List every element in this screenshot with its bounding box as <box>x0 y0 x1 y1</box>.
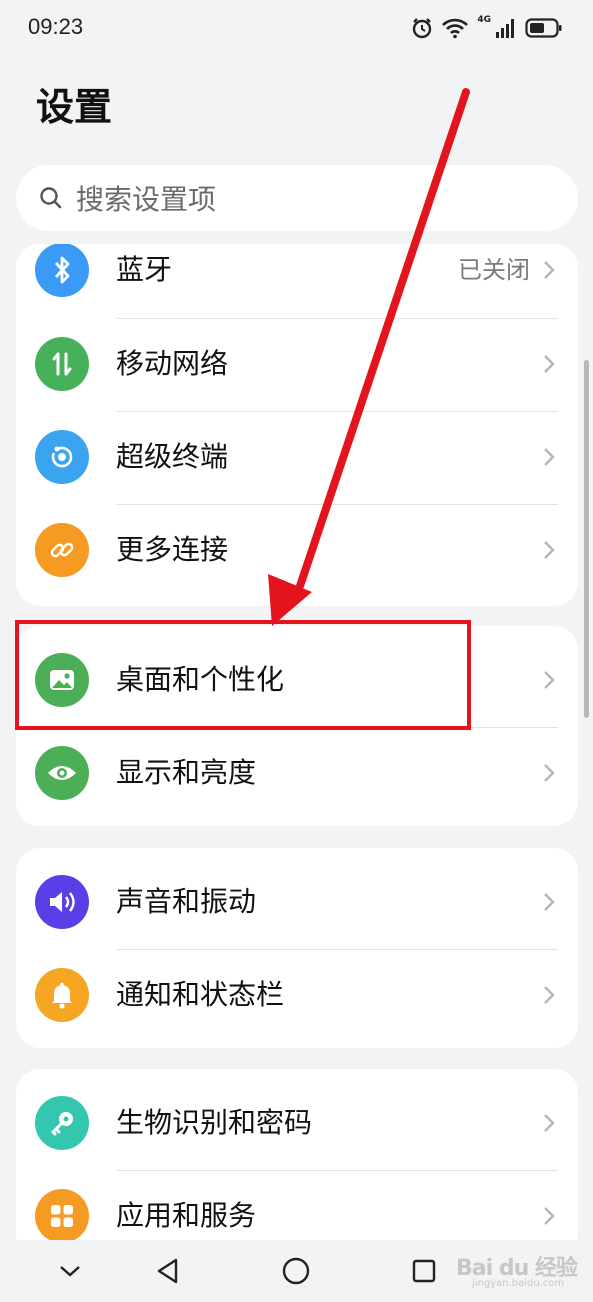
wifi-icon <box>442 18 469 39</box>
chevron-right-icon <box>544 764 555 782</box>
super-device-icon <box>35 430 89 484</box>
alarm-icon <box>413 18 432 39</box>
settings-group-connectivity: 蓝牙 已关闭 移动网络 超级终端 更多连接 <box>16 244 578 606</box>
settings-item-label: 生物识别和密码 <box>116 1106 313 1139</box>
chevron-right-icon <box>544 261 555 279</box>
home-circle-icon <box>282 1257 310 1285</box>
annotation-highlight-box <box>15 620 471 730</box>
bluetooth-icon <box>35 244 89 297</box>
chevron-right-icon <box>544 671 555 689</box>
chevron-right-icon <box>544 1207 555 1225</box>
settings-item-value: 已关闭 <box>458 256 530 284</box>
mobile-data-icon <box>35 337 89 391</box>
settings-item-label: 通知和状态栏 <box>116 978 285 1011</box>
eye-icon <box>35 746 89 800</box>
status-bar: 09:23 4G <box>0 0 593 58</box>
search-icon <box>40 187 62 209</box>
settings-item-notifications-statusbar[interactable]: 通知和状态栏 <box>16 949 578 1041</box>
settings-item-display-brightness[interactable]: 显示和亮度 <box>16 727 578 819</box>
battery-icon <box>525 18 562 38</box>
network-type-label: 4G <box>477 15 491 25</box>
settings-item-label: 声音和振动 <box>116 885 257 918</box>
chevron-right-icon <box>544 1114 555 1132</box>
nav-home-button[interactable] <box>279 1254 313 1288</box>
watermark: Bai du 经验 jingyan.baidu.com <box>452 1250 582 1294</box>
recents-square-icon <box>412 1259 436 1283</box>
settings-item-more-connections[interactable]: 更多连接 <box>16 504 578 596</box>
chevron-right-icon <box>544 893 555 911</box>
settings-item-super-device[interactable]: 超级终端 <box>16 411 578 503</box>
settings-item-label: 显示和亮度 <box>116 756 257 789</box>
settings-item-bluetooth[interactable]: 蓝牙 已关闭 <box>16 244 578 316</box>
settings-group-sound-notifications: 声音和振动 通知和状态栏 <box>16 848 578 1048</box>
settings-item-label: 超级终端 <box>116 440 229 473</box>
nav-back-button[interactable] <box>151 1254 185 1288</box>
settings-item-biometrics-password[interactable]: 生物识别和密码 <box>16 1077 578 1169</box>
settings-group-security-apps: 生物识别和密码 应用和服务 <box>16 1069 578 1259</box>
settings-item-label: 更多连接 <box>116 533 229 566</box>
scrollbar[interactable] <box>584 360 589 718</box>
status-icons: 4G <box>411 14 563 42</box>
apps-icon <box>35 1189 89 1243</box>
settings-item-label: 移动网络 <box>116 347 229 380</box>
status-time: 09:23 <box>28 14 84 39</box>
settings-item-sound-vibration[interactable]: 声音和振动 <box>16 856 578 948</box>
back-triangle-icon <box>157 1258 178 1284</box>
nav-recents-button[interactable] <box>407 1254 441 1288</box>
chevron-right-icon <box>544 986 555 1004</box>
chevron-right-icon <box>544 448 555 466</box>
speaker-icon <box>35 875 89 929</box>
bell-icon <box>35 968 89 1022</box>
search-placeholder: 搜索设置项 <box>76 183 217 216</box>
chevron-down-icon <box>60 1266 80 1277</box>
page-title: 设置 <box>36 85 113 129</box>
key-icon <box>35 1096 89 1150</box>
chevron-right-icon <box>544 355 555 373</box>
search-bar[interactable]: 搜索设置项 <box>16 165 578 231</box>
settings-item-label: 蓝牙 <box>116 253 173 286</box>
watermark-url: jingyan.baidu.com <box>472 1278 565 1289</box>
settings-item-mobile-network[interactable]: 移动网络 <box>16 318 578 410</box>
signal-icon <box>496 19 514 38</box>
chevron-right-icon <box>544 541 555 559</box>
nav-collapse-button[interactable] <box>53 1254 87 1288</box>
link-icon <box>35 523 89 577</box>
